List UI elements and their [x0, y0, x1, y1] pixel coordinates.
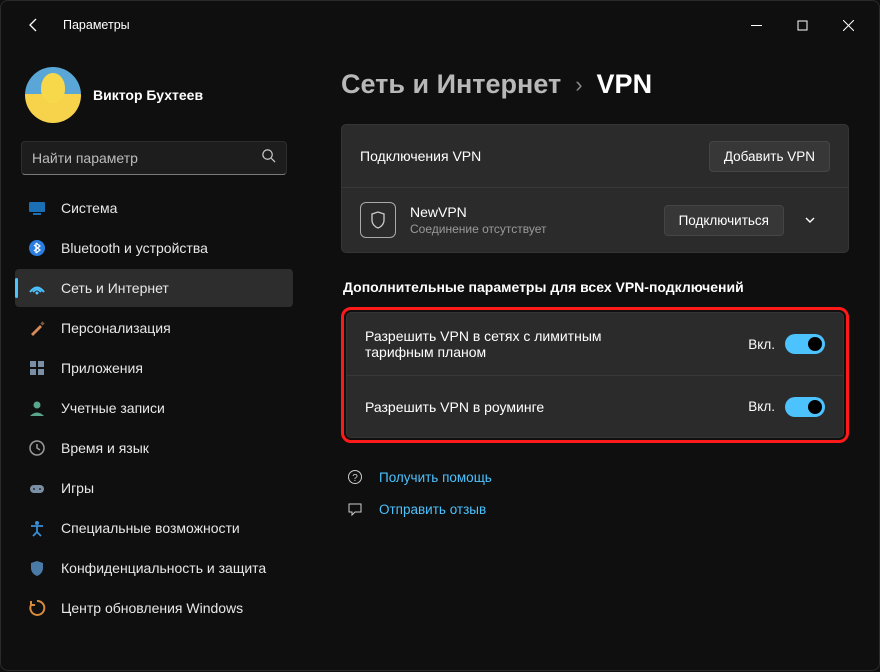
chevron-right-icon: ›	[575, 72, 582, 98]
feedback-link[interactable]: Отправить отзыв	[341, 493, 849, 525]
window-controls	[733, 9, 871, 41]
get-help-label: Получить помощь	[379, 470, 492, 485]
time-icon	[27, 438, 47, 458]
sidebar-item-label: Учетные записи	[61, 400, 165, 416]
sidebar-item-label: Время и язык	[61, 440, 149, 456]
allow-roaming-state: Вкл.	[748, 399, 775, 414]
search-box[interactable]	[21, 141, 287, 175]
vpn-status: Соединение отсутствует	[410, 222, 546, 236]
sidebar-item-personalization[interactable]: Персонализация	[15, 309, 293, 347]
sidebar: Виктор Бухтеев Система Bluetooth и устрой…	[1, 49, 301, 672]
sidebar-item-label: Конфиденциальность и защита	[61, 560, 266, 576]
vpn-connections-label: Подключения VPN	[360, 148, 481, 164]
search-icon	[261, 148, 276, 168]
allow-metered-toggle[interactable]	[785, 334, 825, 354]
vpn-connections-card: Подключения VPN Добавить VPN NewVPN Соед…	[341, 124, 849, 253]
sidebar-item-network[interactable]: Сеть и Интернет	[15, 269, 293, 307]
expand-button[interactable]	[790, 203, 830, 237]
accessibility-icon	[27, 518, 47, 538]
additional-settings-card: Разрешить VPN в сетях с лимитным тарифны…	[346, 312, 844, 438]
gaming-icon	[27, 478, 47, 498]
vpn-connections-header: Подключения VPN Добавить VPN	[342, 125, 848, 187]
window-title: Параметры	[63, 18, 130, 32]
network-icon	[27, 278, 47, 298]
sidebar-item-label: Специальные возможности	[61, 520, 240, 536]
apps-icon	[27, 358, 47, 378]
minimize-button[interactable]	[733, 9, 779, 41]
sidebar-item-apps[interactable]: Приложения	[15, 349, 293, 387]
additional-section-title: Дополнительные параметры для всех VPN-по…	[343, 279, 849, 295]
vpn-name: NewVPN	[410, 204, 546, 220]
sidebar-item-gaming[interactable]: Игры	[15, 469, 293, 507]
main-content: Сеть и Интернет › VPN Подключения VPN До…	[301, 49, 879, 672]
sidebar-item-label: Сеть и Интернет	[61, 280, 169, 296]
allow-roaming-row: Разрешить VPN в роуминге Вкл.	[347, 375, 843, 437]
sidebar-item-label: Bluetooth и устройства	[61, 240, 208, 256]
shield-icon	[360, 202, 396, 238]
feedback-label: Отправить отзыв	[379, 502, 486, 517]
help-icon: ?	[345, 469, 365, 485]
sidebar-item-bluetooth[interactable]: Bluetooth и устройства	[15, 229, 293, 267]
search-input[interactable]	[32, 150, 261, 166]
add-vpn-button[interactable]: Добавить VPN	[709, 141, 830, 172]
get-help-link[interactable]: ? Получить помощь	[341, 461, 849, 493]
sidebar-item-time[interactable]: Время и язык	[15, 429, 293, 467]
connect-button[interactable]: Подключиться	[664, 205, 784, 236]
profile-block[interactable]: Виктор Бухтеев	[15, 59, 293, 139]
update-icon	[27, 598, 47, 618]
sidebar-item-label: Персонализация	[61, 320, 171, 336]
allow-metered-row: Разрешить VPN в сетях с лимитным тарифны…	[347, 313, 843, 375]
accounts-icon	[27, 398, 47, 418]
bluetooth-icon	[27, 238, 47, 258]
titlebar: Параметры	[1, 1, 879, 49]
sidebar-item-system[interactable]: Система	[15, 189, 293, 227]
privacy-icon	[27, 558, 47, 578]
nav-list: Система Bluetooth и устройства Сеть и Инте…	[15, 189, 293, 627]
profile-name: Виктор Бухтеев	[93, 87, 203, 103]
svg-text:?: ?	[352, 473, 358, 484]
maximize-button[interactable]	[779, 9, 825, 41]
close-button[interactable]	[825, 9, 871, 41]
breadcrumb-parent[interactable]: Сеть и Интернет	[341, 69, 561, 100]
allow-roaming-label: Разрешить VPN в роуминге	[365, 399, 544, 415]
sidebar-item-accounts[interactable]: Учетные записи	[15, 389, 293, 427]
sidebar-item-privacy[interactable]: Конфиденциальность и защита	[15, 549, 293, 587]
breadcrumb: Сеть и Интернет › VPN	[341, 69, 849, 100]
sidebar-item-label: Приложения	[61, 360, 143, 376]
sidebar-item-update[interactable]: Центр обновления Windows	[15, 589, 293, 627]
system-icon	[27, 198, 47, 218]
back-button[interactable]	[19, 10, 49, 40]
sidebar-item-accessibility[interactable]: Специальные возможности	[15, 509, 293, 547]
help-links: ? Получить помощь Отправить отзыв	[341, 461, 849, 525]
highlight-annotation: Разрешить VPN в сетях с лимитным тарифны…	[341, 307, 849, 443]
sidebar-item-label: Центр обновления Windows	[61, 600, 243, 616]
sidebar-item-label: Игры	[61, 480, 94, 496]
sidebar-item-label: Система	[61, 200, 117, 216]
avatar	[25, 67, 81, 123]
allow-metered-label: Разрешить VPN в сетях с лимитным тарифны…	[365, 328, 645, 360]
allow-metered-state: Вкл.	[748, 337, 775, 352]
breadcrumb-current: VPN	[597, 69, 653, 100]
allow-roaming-toggle[interactable]	[785, 397, 825, 417]
feedback-icon	[345, 501, 365, 517]
vpn-connection-row: NewVPN Соединение отсутствует Подключить…	[342, 187, 848, 252]
personalization-icon	[27, 318, 47, 338]
